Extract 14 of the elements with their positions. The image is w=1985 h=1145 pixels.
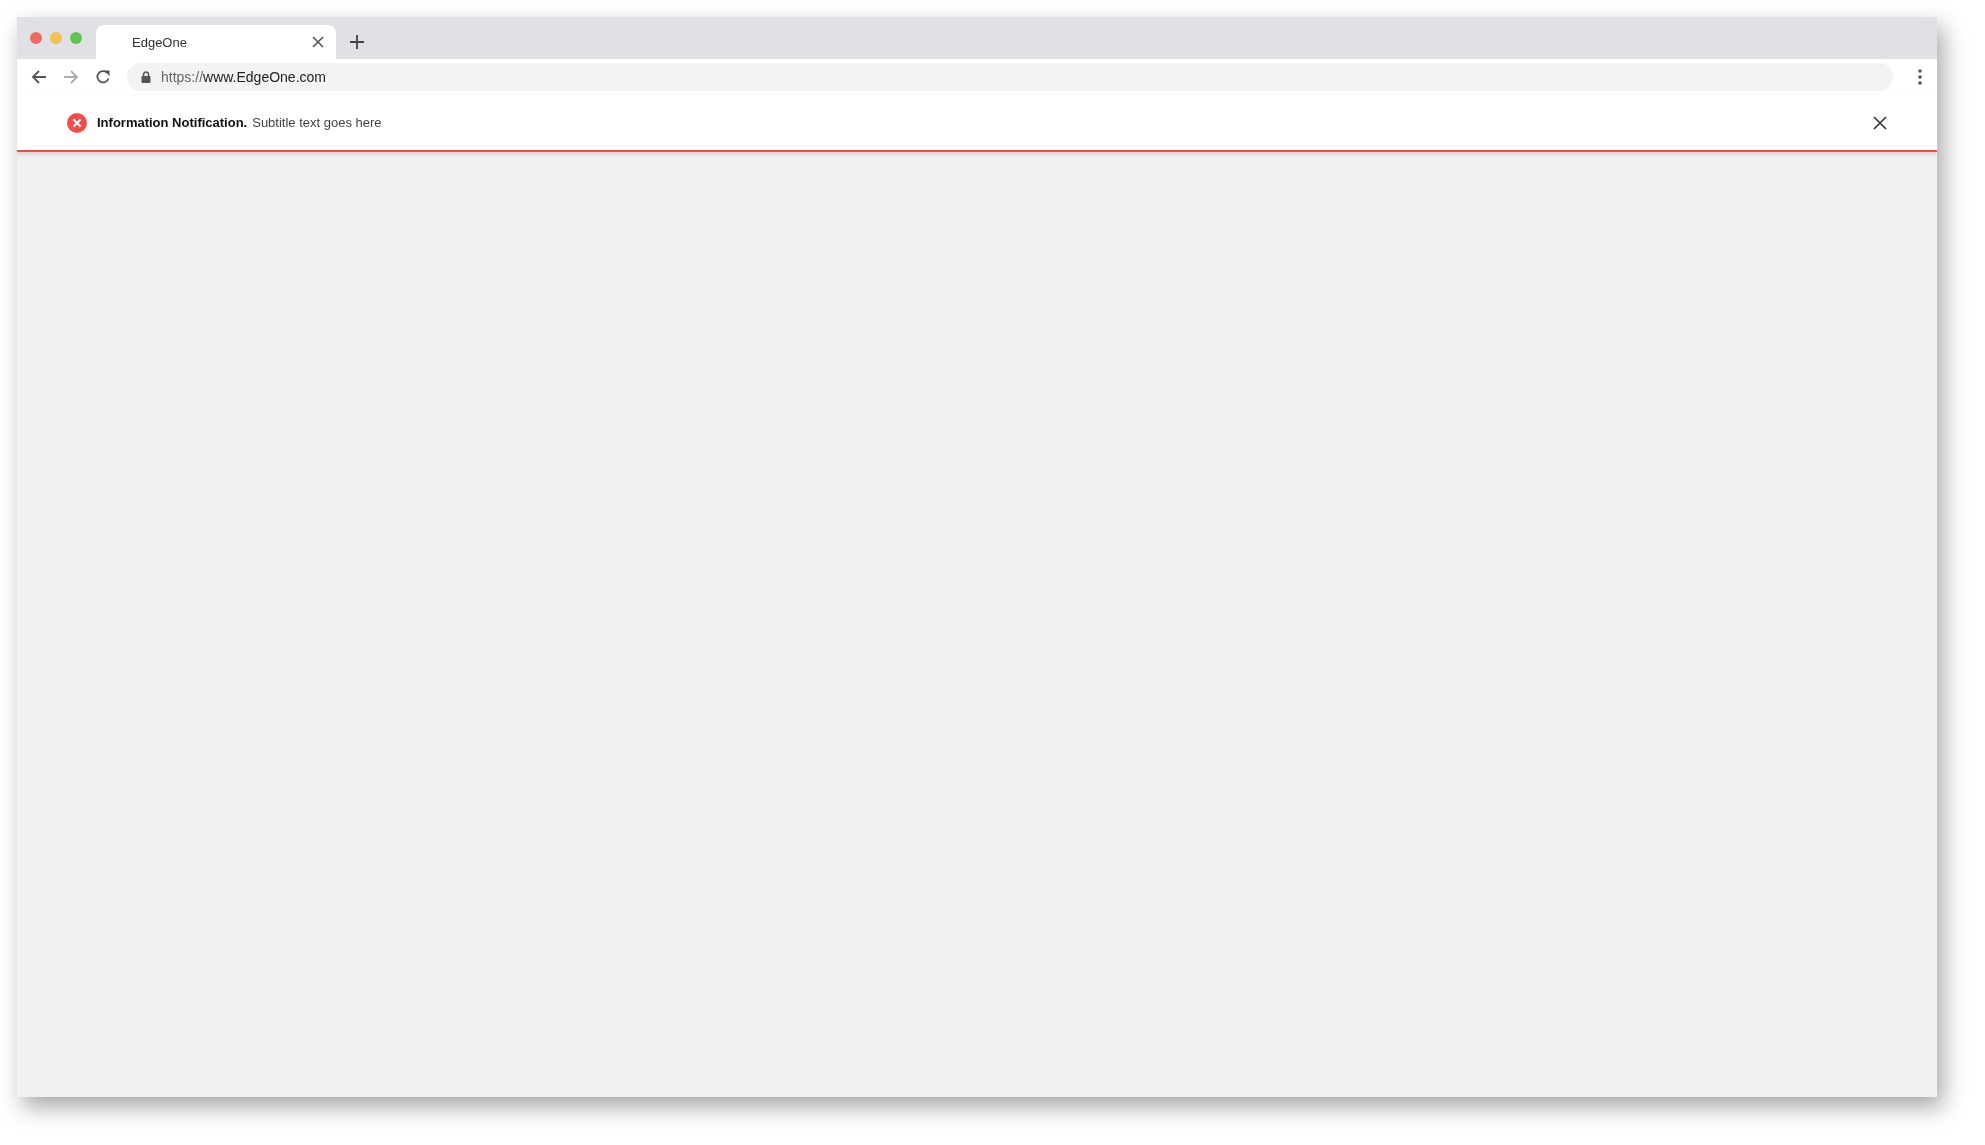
new-tab-icon[interactable] <box>350 35 364 49</box>
reload-icon[interactable] <box>95 69 111 85</box>
back-arrow-icon[interactable] <box>31 69 47 85</box>
close-icon[interactable] <box>312 36 324 48</box>
close-icon[interactable] <box>1873 115 1887 130</box>
notification-subtitle: Subtitle text goes here <box>252 115 383 130</box>
notification-title: Information Notification. <box>97 115 248 130</box>
error-icon <box>67 112 87 133</box>
menu-icon[interactable] <box>1917 68 1923 86</box>
lock-icon <box>141 71 151 83</box>
address-bar[interactable]: https://www.EdgeOne.com <box>127 63 1893 91</box>
url-text: https://www.EdgeOne.com <box>161 69 326 85</box>
tab-title: EdgeOne <box>132 34 188 50</box>
browser-tab[interactable]: EdgeOne <box>96 25 336 59</box>
